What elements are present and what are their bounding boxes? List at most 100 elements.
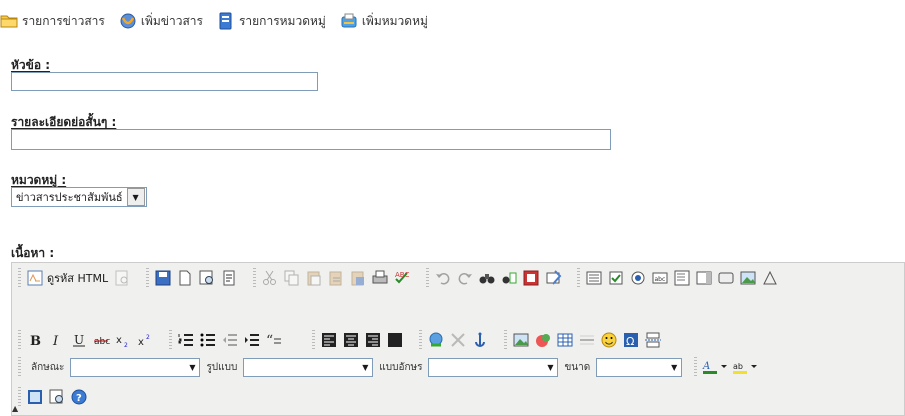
font-select[interactable]: ▼ [428, 357, 559, 377]
new-page-icon[interactable] [175, 268, 195, 288]
indent-icon[interactable] [242, 330, 262, 350]
table-icon[interactable] [555, 330, 575, 350]
svg-text:2: 2 [146, 334, 150, 341]
format-select[interactable]: ▼ [243, 357, 374, 377]
svg-text:?: ? [76, 393, 82, 404]
bold-icon[interactable]: B [25, 330, 45, 350]
redo-icon[interactable] [455, 268, 475, 288]
toolbar-row-2: B I U abc x2 x2 “ Ω [18, 327, 677, 353]
view-html-button[interactable]: ดูรหัส HTML [25, 268, 108, 288]
remove-format-icon[interactable] [543, 268, 563, 288]
bulleted-list-icon[interactable] [198, 330, 218, 350]
category-select[interactable]: ข่าวสารประชาสัมพันธ์ ▼ [11, 187, 147, 207]
align-center-icon[interactable] [341, 330, 361, 350]
anchor-icon[interactable] [470, 330, 490, 350]
textarea-icon[interactable] [672, 268, 692, 288]
checkbox-icon[interactable] [606, 268, 626, 288]
outdent-icon[interactable] [220, 330, 240, 350]
numbered-list-icon[interactable] [176, 330, 196, 350]
size-select[interactable]: ▼ [596, 357, 683, 377]
replace-icon[interactable] [499, 268, 519, 288]
svg-text:abc: abc [655, 276, 666, 283]
align-justify-icon[interactable] [385, 330, 405, 350]
group-lists: “ [169, 330, 286, 350]
align-left-icon[interactable] [319, 330, 339, 350]
select-field-icon[interactable] [694, 268, 714, 288]
superscript-icon[interactable]: x2 [135, 330, 155, 350]
cut-icon[interactable] [260, 268, 280, 288]
summary-input[interactable] [11, 129, 611, 150]
preview-page-icon[interactable] [112, 268, 132, 288]
group-text-style: B I U abc x2 x2 [18, 330, 157, 350]
svg-text:I: I [52, 334, 59, 349]
image-icon[interactable] [511, 330, 531, 350]
add-news-icon [119, 12, 137, 30]
textfield-icon[interactable]: abc [650, 268, 670, 288]
blockquote-icon[interactable]: “ [264, 330, 284, 350]
chevron-down-icon: ▼ [547, 362, 554, 372]
rich-text-editor: ดูรหัส HTML ABC abc B I U abc x 2 x 2 “ … [11, 262, 905, 416]
flash-icon[interactable] [533, 330, 553, 350]
strikethrough-icon[interactable]: abc [91, 330, 111, 350]
nav-category-list[interactable]: รายการหมวดหมู่ [217, 12, 326, 31]
undo-icon[interactable] [433, 268, 453, 288]
svg-text:2: 2 [124, 342, 128, 349]
radio-icon[interactable] [628, 268, 648, 288]
style-label: ลักษณะ [31, 361, 65, 373]
special-char-icon[interactable]: Ω [621, 330, 641, 350]
image-button-icon[interactable] [738, 268, 758, 288]
save-icon[interactable] [153, 268, 173, 288]
svg-text:A: A [702, 361, 710, 372]
nav-news-list-label: รายการข่าวสาร [22, 13, 105, 28]
nav-add-news[interactable]: เพิ่มข่าวสาร [119, 12, 203, 31]
font-label: แบบอักษร [379, 361, 423, 373]
svg-text:“: “ [266, 333, 273, 349]
group-clipboard: ABC [253, 268, 414, 288]
spellcheck-icon[interactable]: ABC [392, 268, 412, 288]
toolbar-separator [312, 330, 315, 350]
title-input[interactable] [11, 72, 318, 91]
preview-icon[interactable] [197, 268, 217, 288]
hidden-field-icon[interactable] [760, 268, 780, 288]
smiley-icon[interactable] [599, 330, 619, 350]
paste-text-icon[interactable] [326, 268, 346, 288]
find-icon[interactable] [477, 268, 497, 288]
maximize-icon[interactable] [25, 387, 45, 407]
subscript-icon[interactable]: x2 [113, 330, 133, 350]
page-break-icon[interactable] [643, 330, 663, 350]
toolbar-separator [18, 387, 21, 407]
group-alignment [312, 330, 407, 350]
paste-icon[interactable] [304, 268, 324, 288]
format-label: รูปแบบ [206, 361, 238, 373]
paste-word-icon[interactable] [348, 268, 368, 288]
align-right-icon[interactable] [363, 330, 383, 350]
toolbar-separator [426, 268, 430, 288]
copy-icon[interactable] [282, 268, 302, 288]
nav-news-list[interactable]: รายการข่าวสาร [0, 12, 105, 31]
collapse-toolbar-icon[interactable]: ▲ [12, 404, 18, 413]
chevron-down-icon[interactable]: ▼ [126, 188, 145, 206]
background-color-icon[interactable]: ab [731, 357, 759, 377]
content-label: เนื้อหา : [11, 246, 55, 260]
underline-icon[interactable]: U [69, 330, 89, 350]
svg-text:ab: ab [733, 362, 743, 371]
link-icon[interactable] [426, 330, 446, 350]
italic-icon[interactable]: I [47, 330, 67, 350]
horizontal-rule-icon[interactable] [577, 330, 597, 350]
text-color-icon[interactable]: A [701, 357, 729, 377]
category-selected-value: ข่าวสารประชาสัมพันธ์ [16, 191, 123, 204]
book-list-icon [217, 12, 235, 30]
unlink-icon[interactable] [448, 330, 468, 350]
templates-icon[interactable] [219, 268, 239, 288]
print-icon[interactable] [370, 268, 390, 288]
show-blocks-icon[interactable] [47, 387, 67, 407]
nav-add-category[interactable]: เพิ่มหมวดหมู่ [340, 12, 428, 31]
toolbar-separator [419, 330, 422, 350]
button-field-icon[interactable] [716, 268, 736, 288]
style-select[interactable]: ▼ [70, 357, 201, 377]
top-navigation: รายการข่าวสาร เพิ่มข่าวสาร รายการหมวดหมู… [0, 9, 442, 33]
about-icon[interactable]: ? [69, 387, 89, 407]
form-icon[interactable] [584, 268, 604, 288]
select-all-icon[interactable] [521, 268, 541, 288]
toolbar-separator [504, 330, 507, 350]
